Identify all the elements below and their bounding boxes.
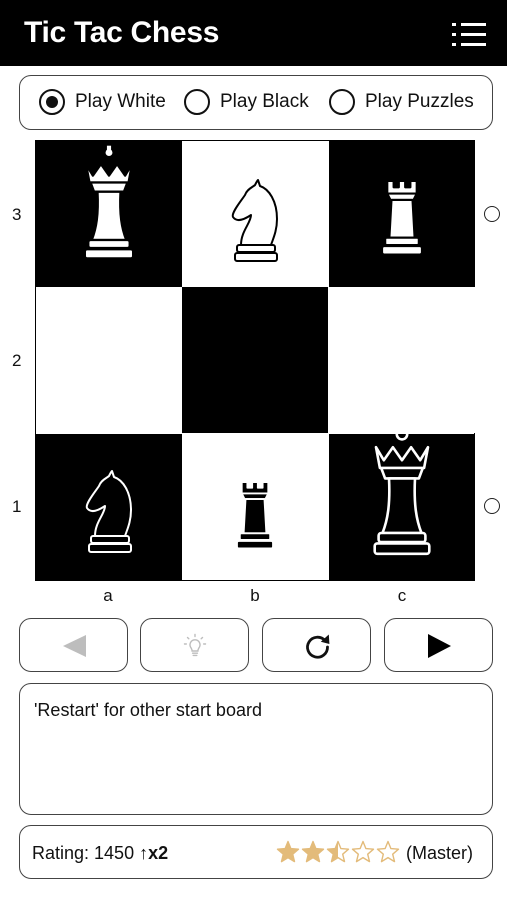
- play-black-label: Play Black: [220, 91, 309, 112]
- star-full-icon: [276, 840, 300, 863]
- play-puzzles-option[interactable]: Play Puzzles: [329, 76, 489, 128]
- rating-value: Rating: 1450: [32, 843, 135, 863]
- triangle-left-icon: [63, 635, 86, 657]
- file-label-c: c: [397, 586, 407, 605]
- hamburger-menu-icon[interactable]: [452, 22, 486, 48]
- rating-rank: (Master): [406, 843, 473, 863]
- chess-board: [35, 140, 475, 581]
- play-black-option[interactable]: Play Black: [184, 76, 324, 128]
- play-black-radio[interactable]: [184, 89, 210, 115]
- black-rook-piece[interactable]: [182, 434, 328, 580]
- white-queen-piece[interactable]: [36, 141, 182, 287]
- rank-label-1: 1: [12, 497, 22, 516]
- play-puzzles-label: Play Puzzles: [365, 91, 474, 112]
- white-rook-piece[interactable]: [329, 141, 475, 287]
- rank-label-2: 2: [12, 351, 22, 370]
- square-c2[interactable]: [328, 287, 475, 434]
- app-title: Tic Tac Chess: [24, 16, 220, 49]
- square-b1[interactable]: [182, 433, 329, 580]
- rating-text: Rating: 1450 ↑x2: [32, 843, 168, 864]
- play-white-option[interactable]: Play White: [39, 76, 189, 128]
- square-c3[interactable]: [328, 141, 475, 287]
- square-a2[interactable]: [36, 287, 182, 434]
- back-button[interactable]: [19, 618, 128, 672]
- play-puzzles-radio[interactable]: [329, 89, 355, 115]
- row-marker-1[interactable]: [484, 498, 500, 514]
- star-half-icon: [326, 840, 350, 863]
- white-knight-piece[interactable]: [182, 141, 328, 287]
- app-header: Tic Tac Chess: [0, 0, 507, 66]
- black-queen-piece[interactable]: [329, 433, 475, 580]
- star-empty-icon: [376, 840, 400, 863]
- star-full-icon: [301, 840, 325, 863]
- rating-box: Rating: 1450 ↑x2 (Master): [19, 825, 493, 879]
- square-b2[interactable]: [182, 287, 329, 434]
- restart-icon: [306, 634, 330, 659]
- play-white-label: Play White: [75, 91, 166, 112]
- square-a1[interactable]: [36, 433, 182, 580]
- star-empty-icon: [351, 840, 375, 863]
- hint-button[interactable]: [140, 618, 249, 672]
- message-box: 'Restart' for other start board: [19, 683, 493, 815]
- message-text: 'Restart' for other start board: [34, 700, 262, 720]
- play-white-radio[interactable]: [39, 89, 65, 115]
- triangle-right-icon: [428, 634, 451, 658]
- square-c1[interactable]: [328, 433, 475, 580]
- mode-selector: Play White Play Black Play Puzzles: [19, 75, 493, 130]
- square-a3[interactable]: [36, 141, 182, 287]
- restart-button[interactable]: [262, 618, 371, 672]
- forward-button[interactable]: [384, 618, 493, 672]
- file-label-a: a: [103, 586, 113, 605]
- rating-multiplier: ↑x2: [139, 843, 169, 863]
- black-knight-piece[interactable]: [36, 434, 182, 580]
- row-marker-3[interactable]: [484, 206, 500, 222]
- lightbulb-icon: [183, 633, 207, 657]
- square-b3[interactable]: [182, 141, 329, 287]
- file-label-b: b: [250, 586, 260, 605]
- rank-label-3: 3: [12, 205, 22, 224]
